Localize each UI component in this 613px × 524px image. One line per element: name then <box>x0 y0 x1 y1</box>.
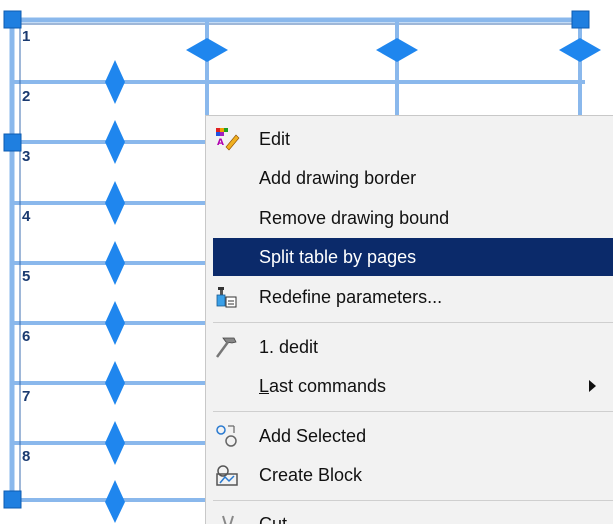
context-menu: A Edit Add drawing border Remove drawing… <box>205 115 613 524</box>
menu-item-label: Last commands <box>259 376 387 396</box>
menu-item-label: Add drawing border <box>259 168 417 188</box>
menu-separator <box>213 500 613 501</box>
row-height-grip[interactable] <box>105 480 125 523</box>
row-number-label: 3 <box>22 148 31 165</box>
menu-item-redefine-parameters[interactable]: Redefine parameters... <box>206 278 613 316</box>
row-height-grip[interactable] <box>105 120 125 164</box>
menu-item-edit[interactable]: A Edit <box>206 120 613 158</box>
menu-item-split-table-by-pages[interactable]: Split table by pages <box>213 238 613 276</box>
menu-item-label: 1. dedit <box>259 337 319 357</box>
menu-item-create-block[interactable]: Create Block <box>206 456 613 494</box>
row-height-grip[interactable] <box>105 181 125 225</box>
menu-item-label: Create Block <box>259 465 363 485</box>
menu-item-recent-dedit[interactable]: 1. dedit <box>206 328 613 366</box>
row-number-label: 7 <box>22 388 31 405</box>
menu-item-cut[interactable]: Cut <box>206 505 613 524</box>
table-corner-grip[interactable] <box>571 10 590 29</box>
row-height-grip[interactable] <box>105 421 125 465</box>
redefine-parameters-icon <box>214 285 240 309</box>
menu-item-label: Split table by pages <box>259 247 417 267</box>
row-number-label: 8 <box>22 448 31 465</box>
add-selected-icon <box>214 424 240 448</box>
create-block-icon <box>214 463 240 487</box>
row-height-grip[interactable] <box>105 361 125 405</box>
cut-icon <box>214 512 240 524</box>
menu-item-add-selected[interactable]: Add Selected <box>206 417 613 455</box>
column-width-grip[interactable] <box>186 38 228 62</box>
svg-text:A: A <box>217 138 224 148</box>
menu-item-label: Edit <box>259 129 291 149</box>
row-height-grip[interactable] <box>105 301 125 345</box>
row-number-label: 5 <box>22 268 31 285</box>
row-number-label: 4 <box>22 208 31 225</box>
submenu-arrow-icon <box>589 380 596 392</box>
menu-item-label: Add Selected <box>259 426 367 446</box>
column-width-grip[interactable] <box>559 38 601 62</box>
column-width-grip[interactable] <box>376 38 418 62</box>
menu-item-label: Remove drawing bound <box>259 208 450 228</box>
table-corner-grip[interactable] <box>3 490 22 509</box>
row-number-label: 2 <box>22 88 31 105</box>
row-height-grip[interactable] <box>105 241 125 285</box>
menu-separator <box>213 322 613 323</box>
row-number-label: 6 <box>22 328 31 345</box>
hammer-icon <box>214 335 240 359</box>
menu-separator <box>213 411 613 412</box>
menu-item-remove-drawing-bound[interactable]: Remove drawing bound <box>206 199 613 237</box>
menu-item-label: Redefine parameters... <box>259 287 443 307</box>
menu-item-add-drawing-border[interactable]: Add drawing border <box>206 159 613 197</box>
row-height-grip[interactable] <box>105 60 125 104</box>
table-break-grip[interactable] <box>3 133 22 152</box>
edit-palette-icon: A <box>214 127 240 151</box>
menu-item-last-commands[interactable]: Last commands <box>206 367 613 405</box>
row-number-label: 1 <box>22 28 31 45</box>
table-corner-grip[interactable] <box>3 10 22 29</box>
